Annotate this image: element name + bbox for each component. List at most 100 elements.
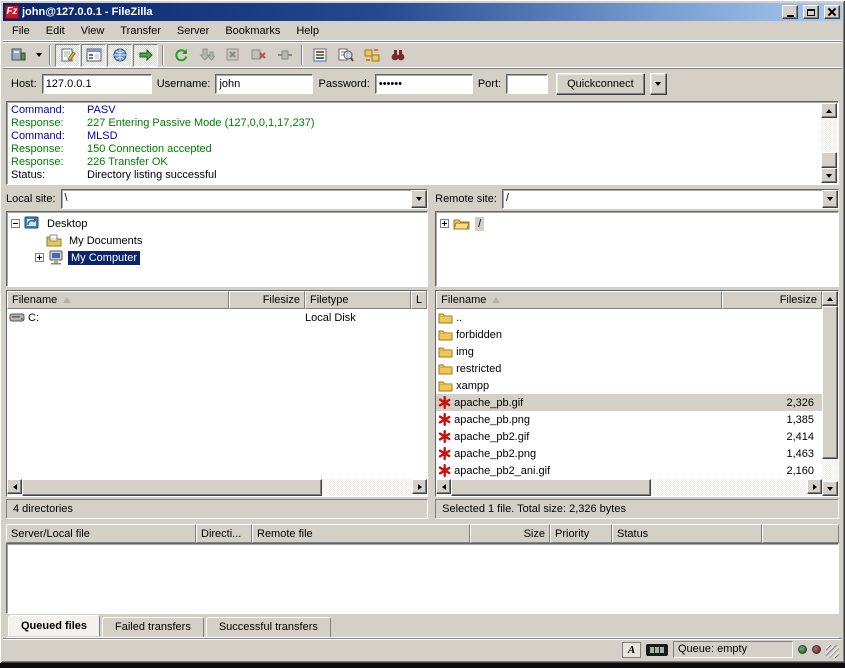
menu-view[interactable]: View: [73, 22, 113, 40]
folder-row[interactable]: img: [436, 343, 822, 360]
maximize-button[interactable]: [803, 5, 819, 19]
close-button[interactable]: [824, 5, 840, 19]
scrollbar-track[interactable]: [322, 479, 412, 496]
scroll-left-button[interactable]: [436, 479, 451, 494]
column-status[interactable]: Status: [612, 524, 762, 543]
scrollbar-track[interactable]: [651, 479, 807, 496]
column-direction[interactable]: Directi...: [196, 524, 252, 543]
app-icon[interactable]: Fz: [5, 5, 19, 19]
file-row[interactable]: apache_pb2.png1,463: [436, 445, 822, 462]
tree-item-my-documents[interactable]: My Documents: [11, 232, 425, 249]
speed-limits-icon[interactable]: [646, 644, 668, 656]
column-filetype[interactable]: Filetype: [305, 291, 411, 309]
collapse-expander-icon[interactable]: [11, 219, 20, 228]
scrollbar-thumb[interactable]: [22, 479, 322, 496]
local-site-combo[interactable]: \: [61, 189, 429, 209]
local-tree[interactable]: Desktop My Documents My Computer: [6, 211, 428, 287]
column-server-local-file[interactable]: Server/Local file: [6, 524, 196, 543]
synchronized-browsing-button[interactable]: [359, 44, 384, 67]
filter-button[interactable]: [307, 44, 332, 67]
cancel-button[interactable]: [220, 44, 245, 67]
remote-vertical-scrollbar[interactable]: [822, 291, 838, 496]
directory-comparison-button[interactable]: [333, 44, 358, 67]
minimize-button[interactable]: [782, 5, 798, 19]
combo-dropdown-button[interactable]: [822, 190, 838, 208]
username-input[interactable]: [215, 74, 313, 94]
remote-list-body[interactable]: .. forbidden img restricted xampp apache…: [436, 309, 822, 479]
tree-item-desktop[interactable]: Desktop: [11, 215, 425, 232]
tree-item-my-computer[interactable]: My Computer: [11, 249, 425, 266]
folder-row[interactable]: xampp: [436, 377, 822, 394]
scroll-up-button[interactable]: [821, 103, 837, 118]
toggle-remote-tree-button[interactable]: [107, 44, 132, 67]
reconnect-button[interactable]: [272, 44, 297, 67]
file-row[interactable]: apache_pb2_ani.gif2,160: [436, 462, 822, 479]
column-priority[interactable]: Priority: [550, 524, 612, 543]
port-input[interactable]: [506, 74, 548, 94]
transfer-type-indicator[interactable]: A: [622, 642, 641, 658]
scroll-down-button[interactable]: [821, 168, 837, 183]
scrollbar-thumb[interactable]: [822, 306, 838, 459]
column-filename[interactable]: Filename: [7, 291, 229, 309]
menu-bookmarks[interactable]: Bookmarks: [217, 22, 288, 40]
scroll-right-button[interactable]: [807, 479, 822, 494]
scroll-up-button[interactable]: [822, 291, 838, 306]
expand-expander-icon[interactable]: [35, 253, 44, 262]
menu-help[interactable]: Help: [288, 22, 327, 40]
toggle-transfer-queue-button[interactable]: [133, 44, 158, 67]
folder-row[interactable]: restricted: [436, 360, 822, 377]
password-input[interactable]: [375, 74, 473, 94]
site-manager-dropdown-button[interactable]: [32, 44, 45, 67]
queue-list-body[interactable]: [6, 543, 839, 614]
file-row[interactable]: apache_pb2.gif2,414: [436, 428, 822, 445]
file-row[interactable]: apache_pb.png1,385: [436, 411, 822, 428]
disconnect-button[interactable]: [246, 44, 271, 67]
scrollbar-thumb[interactable]: [451, 479, 651, 496]
pane-splitter[interactable]: [428, 188, 435, 519]
folder-row[interactable]: forbidden: [436, 326, 822, 343]
scroll-right-button[interactable]: [412, 479, 427, 494]
process-queue-button[interactable]: [194, 44, 219, 67]
log-scrollbar[interactable]: [821, 103, 837, 183]
remote-horizontal-scrollbar[interactable]: [436, 479, 822, 496]
site-manager-button[interactable]: [6, 44, 31, 67]
menu-server[interactable]: Server: [169, 22, 217, 40]
find-files-button[interactable]: [385, 44, 410, 67]
close-icon: [828, 8, 836, 16]
toggle-local-tree-button[interactable]: [81, 44, 106, 67]
menu-file[interactable]: File: [4, 22, 38, 40]
toggle-message-log-button[interactable]: [55, 44, 80, 67]
tree-item-root[interactable]: /: [440, 215, 836, 232]
combo-dropdown-button[interactable]: [411, 190, 427, 208]
remote-tree[interactable]: /: [435, 211, 839, 287]
resize-grip[interactable]: [826, 645, 839, 658]
host-input[interactable]: [42, 74, 152, 94]
column-filesize[interactable]: Filesize: [722, 291, 822, 309]
refresh-button[interactable]: [168, 44, 193, 67]
file-row-selected[interactable]: apache_pb.gif2,326: [436, 394, 822, 411]
local-treeview-icon: [86, 47, 102, 63]
menubar: File Edit View Transfer Server Bookmarks…: [3, 21, 842, 41]
scrollbar-thumb[interactable]: [821, 152, 837, 168]
column-filename[interactable]: Filename: [436, 291, 722, 309]
tab-successful-transfers[interactable]: Successful transfers: [206, 617, 331, 637]
tab-queued-files[interactable]: Queued files: [8, 615, 100, 636]
scroll-left-button[interactable]: [7, 479, 22, 494]
column-remote-file[interactable]: Remote file: [252, 524, 470, 543]
menu-transfer[interactable]: Transfer: [112, 22, 169, 40]
menu-edit[interactable]: Edit: [38, 22, 73, 40]
message-log[interactable]: Command:PASV Response:227 Entering Passi…: [6, 101, 839, 185]
scroll-down-button[interactable]: [822, 481, 838, 496]
column-size[interactable]: Size: [470, 524, 550, 543]
file-row-c-drive[interactable]: C: Local Disk: [7, 309, 427, 326]
quickconnect-button[interactable]: Quickconnect: [556, 73, 645, 95]
column-filesize[interactable]: Filesize: [229, 291, 305, 309]
folder-row[interactable]: ..: [436, 309, 822, 326]
tab-failed-transfers[interactable]: Failed transfers: [102, 617, 204, 637]
local-list-body[interactable]: C: Local Disk: [7, 309, 427, 479]
expand-expander-icon[interactable]: [440, 219, 449, 228]
quickconnect-dropdown-button[interactable]: [650, 73, 667, 95]
remote-site-combo[interactable]: /: [502, 189, 839, 209]
column-last-modified[interactable]: L: [411, 291, 427, 309]
local-horizontal-scrollbar[interactable]: [7, 479, 427, 496]
